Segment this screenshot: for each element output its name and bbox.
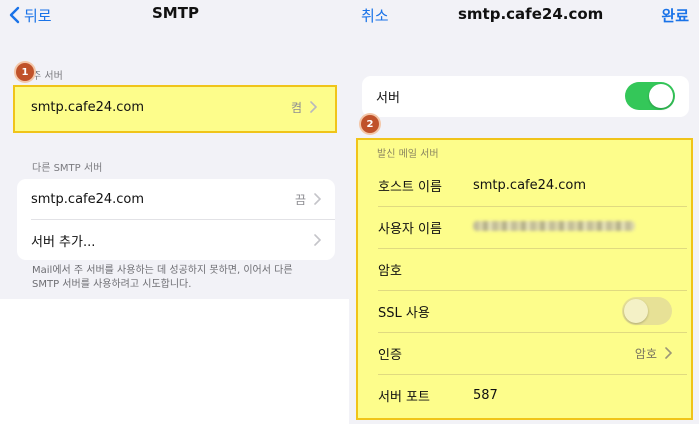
password-row[interactable]: 암호 bbox=[362, 249, 686, 289]
port-value: 587 bbox=[473, 387, 498, 403]
host-row[interactable]: 호스트 이름 smtp.cafe24.com bbox=[362, 165, 686, 205]
back-button[interactable]: 뒤로 bbox=[9, 4, 52, 26]
smtp-edit-pane: 취소 smtp.cafe24.com 완료 서버 2 발신 메일 서버 호스트 … bbox=[349, 0, 699, 424]
toggle-knob bbox=[649, 84, 673, 108]
outgoing-section-label: 발신 메일 서버 bbox=[377, 149, 439, 160]
chevron-right-icon bbox=[665, 347, 672, 359]
server-toggle[interactable] bbox=[625, 82, 675, 110]
primary-server-row[interactable]: smtp.cafe24.com 켬 bbox=[17, 87, 331, 127]
ssl-toggle[interactable] bbox=[622, 297, 672, 325]
outgoing-server-card: 호스트 이름 smtp.cafe24.com 사용자 이름 암호 SSL 사용 … bbox=[362, 165, 687, 415]
username-label: 사용자 이름 bbox=[378, 221, 442, 237]
server-toggle-card: 서버 bbox=[362, 76, 689, 117]
other-section-label: 다른 SMTP 서버 bbox=[32, 163, 103, 174]
page-title: SMTP bbox=[152, 4, 199, 22]
chevron-right-icon bbox=[310, 101, 317, 113]
smtp-list-pane: 뒤로 SMTP 주 서버 smtp.cafe24.com 켬 1 다른 SMTP… bbox=[0, 0, 349, 424]
other-servers-card: smtp.cafe24.com 끔 서버 추가... bbox=[17, 179, 335, 260]
ssl-row: SSL 사용 bbox=[362, 291, 686, 331]
done-button[interactable]: 완료 bbox=[661, 5, 689, 26]
auth-value: 암호 bbox=[634, 346, 657, 361]
cancel-button[interactable]: 취소 bbox=[361, 5, 389, 26]
auth-label: 인증 bbox=[378, 347, 402, 363]
server-toggle-row: 서버 bbox=[362, 76, 689, 116]
annotation-badge-1: 1 bbox=[16, 63, 34, 81]
port-row[interactable]: 서버 포트 587 bbox=[362, 375, 686, 415]
username-value-blurred bbox=[473, 221, 635, 231]
auth-row[interactable]: 인증 암호 bbox=[362, 333, 686, 373]
ssl-label: SSL 사용 bbox=[378, 305, 430, 321]
back-label: 뒤로 bbox=[24, 6, 52, 25]
other-server-status: 끔 bbox=[294, 192, 306, 207]
host-value: smtp.cafe24.com bbox=[473, 177, 587, 193]
annotation-badge-2: 2 bbox=[361, 115, 379, 133]
toggle-knob bbox=[624, 299, 648, 323]
host-label: 호스트 이름 bbox=[378, 179, 442, 195]
primary-server-status: 켬 bbox=[290, 100, 302, 115]
server-toggle-label: 서버 bbox=[376, 90, 400, 106]
primary-server-name: smtp.cafe24.com bbox=[31, 99, 145, 115]
chevron-right-icon bbox=[314, 234, 321, 246]
footer-note: Mail에서 주 서버를 사용하는 데 성공하지 못하면, 이어서 다른 SMT… bbox=[32, 265, 293, 290]
add-server-label: 서버 추가... bbox=[31, 234, 96, 250]
primary-section-label: 주 서버 bbox=[32, 71, 63, 82]
other-server-name: smtp.cafe24.com bbox=[31, 191, 145, 207]
chevron-left-icon bbox=[9, 6, 20, 24]
add-server-row[interactable]: 서버 추가... bbox=[17, 220, 335, 260]
port-label: 서버 포트 bbox=[378, 389, 430, 405]
username-row[interactable]: 사용자 이름 bbox=[362, 207, 686, 247]
edit-page-title: smtp.cafe24.com bbox=[458, 5, 604, 23]
password-label: 암호 bbox=[378, 263, 402, 279]
chevron-right-icon bbox=[314, 193, 321, 205]
other-server-row[interactable]: smtp.cafe24.com 끔 bbox=[17, 179, 335, 219]
